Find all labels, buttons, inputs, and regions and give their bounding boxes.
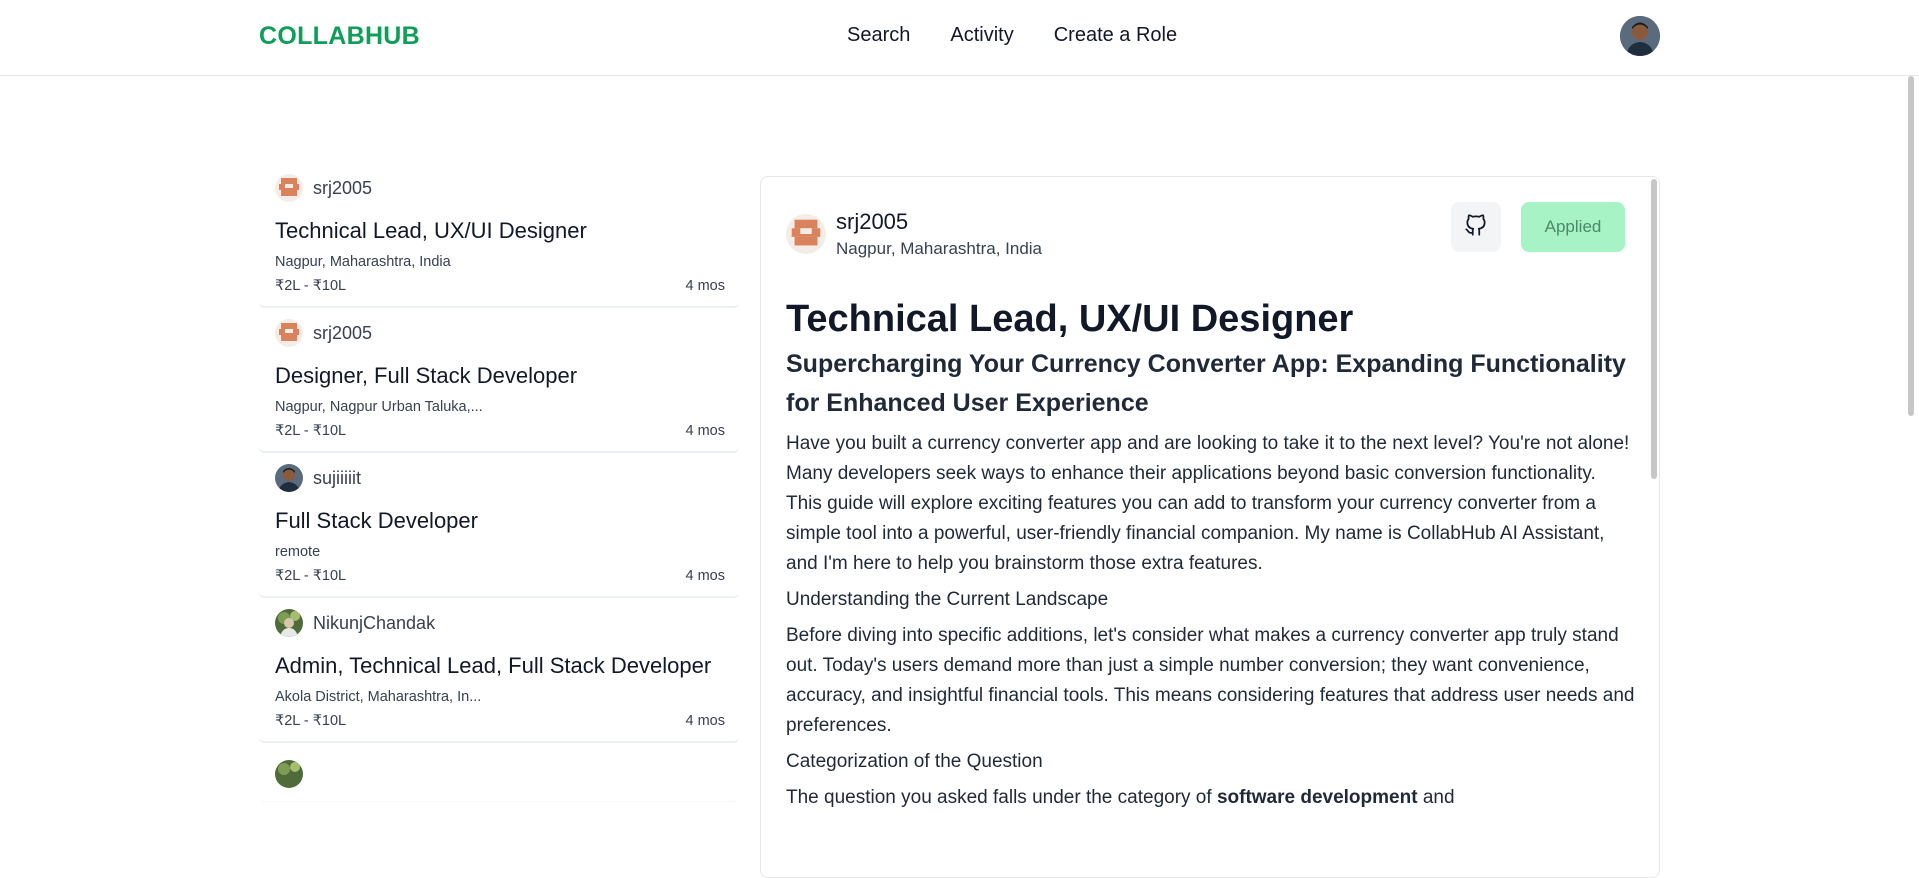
role-card[interactable]: sujiiiiit Full Stack Developer remote ₹2… [259, 453, 739, 598]
role-pay: ₹2L - ₹10L [275, 713, 347, 729]
user-avatar[interactable] [1620, 16, 1660, 56]
page-scrollbar[interactable] [1905, 76, 1917, 860]
role-location: Nagpur, Nagpur Urban Taluka,... [275, 399, 483, 415]
section-heading: Categorization of the Question [786, 751, 1043, 772]
section-heading: Understanding the Current Landscape [786, 589, 1109, 610]
nav-activity[interactable]: Activity [950, 24, 1013, 47]
role-age: 4 mos [685, 278, 726, 294]
avatar [275, 609, 303, 637]
role-card[interactable] [259, 743, 739, 801]
role-card[interactable]: NikunjChandak Admin, Technical Lead, Ful… [259, 598, 739, 743]
author-name[interactable]: NikunjChandak [313, 613, 435, 634]
avatar [786, 214, 826, 254]
avatar [275, 760, 303, 788]
avatar [275, 174, 303, 202]
logo[interactable]: COLLABHUB [259, 22, 420, 51]
role-age: 4 mos [685, 713, 726, 729]
avatar [275, 319, 303, 347]
role-location: remote [275, 544, 321, 560]
role-list: srj2005 Technical Lead, UX/UI Designer N… [259, 163, 739, 801]
top-header: COLLABHUB Search Activity Create a Role [0, 0, 1919, 76]
paragraph: Before diving into specific additions, l… [786, 625, 1635, 736]
role-location: Nagpur, Maharashtra, India [275, 254, 451, 270]
detail-location: Nagpur, Maharashtra, India [836, 239, 1043, 258]
github-button[interactable] [1451, 202, 1501, 252]
detail-scrollbar[interactable] [1650, 179, 1658, 479]
main-nav: Search Activity Create a Role [847, 24, 1177, 47]
nav-search[interactable]: Search [847, 24, 910, 47]
role-age: 4 mos [685, 423, 726, 439]
detail-content: Technical Lead, UX/UI Designer Superchar… [786, 295, 1636, 819]
paragraph: The question you asked falls under the c… [786, 787, 1455, 808]
role-card[interactable]: srj2005 Technical Lead, UX/UI Designer N… [259, 163, 739, 308]
role-title: Technical Lead, UX/UI Designer [275, 218, 587, 243]
role-location: Akola District, Maharashtra, In... [275, 689, 482, 705]
author-name[interactable]: srj2005 [313, 178, 372, 199]
role-title: Admin, Technical Lead, Full Stack Develo… [275, 653, 712, 678]
nav-create-role[interactable]: Create a Role [1054, 24, 1177, 47]
avatar [275, 464, 303, 492]
role-age: 4 mos [685, 568, 726, 584]
detail-author: srj2005 Nagpur, Maharashtra, India [786, 209, 1042, 259]
github-icon [1463, 212, 1489, 243]
detail-subtitle: Supercharging Your Currency Converter Ap… [786, 350, 1626, 417]
role-title: Full Stack Developer [275, 508, 478, 533]
applied-button[interactable]: Applied [1521, 202, 1625, 252]
role-detail-panel: srj2005 Nagpur, Maharashtra, India Appli… [760, 176, 1660, 878]
detail-title: Technical Lead, UX/UI Designer [786, 298, 1354, 340]
author-name[interactable]: srj2005 [313, 323, 372, 344]
paragraph: Have you built a currency converter app … [786, 433, 1630, 574]
author-name[interactable]: sujiiiiit [313, 468, 361, 489]
detail-author-name[interactable]: srj2005 [836, 209, 1042, 235]
role-pay: ₹2L - ₹10L [275, 568, 347, 584]
role-title: Designer, Full Stack Developer [275, 363, 578, 388]
role-card[interactable]: srj2005 Designer, Full Stack Developer N… [259, 308, 739, 453]
role-pay: ₹2L - ₹10L [275, 278, 347, 294]
role-pay: ₹2L - ₹10L [275, 423, 347, 439]
